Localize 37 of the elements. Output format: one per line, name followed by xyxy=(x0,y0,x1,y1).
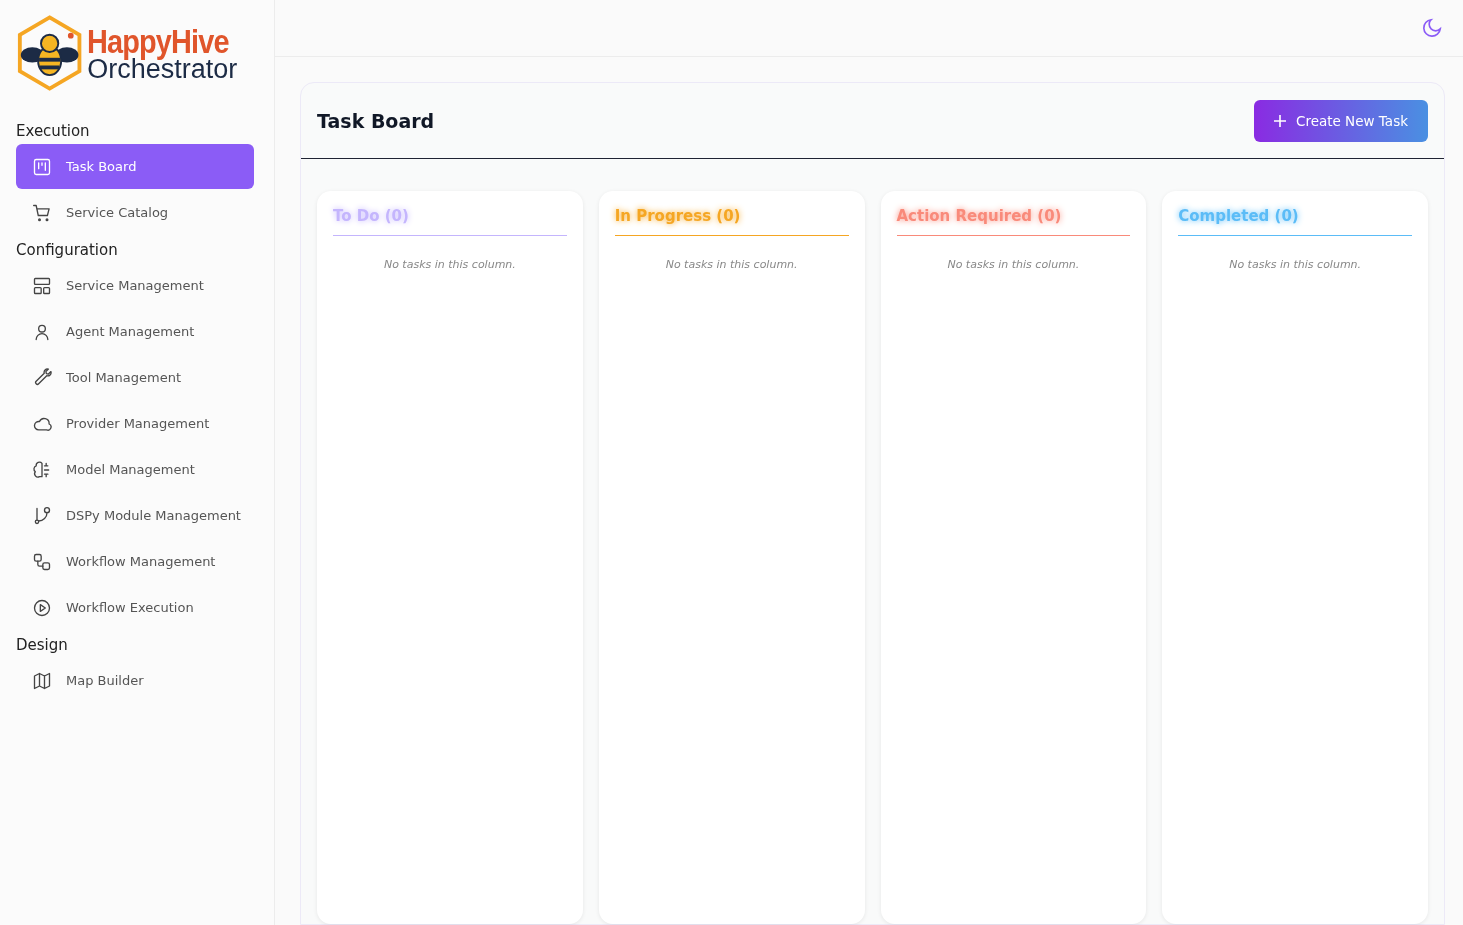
nav-item[interactable]: Service Catalog xyxy=(16,190,254,235)
empty-message: No tasks in this column. xyxy=(1228,258,1363,271)
nav-item[interactable]: Workflow Execution xyxy=(16,585,254,630)
cart-icon xyxy=(32,202,52,223)
brain-icon xyxy=(32,459,52,480)
empty-message: No tasks in this column. xyxy=(946,258,1081,271)
nav-item[interactable]: Map Builder xyxy=(16,658,254,703)
nav-item[interactable]: Agent Management xyxy=(16,309,254,354)
page-title: Task Board xyxy=(317,109,435,132)
brand-name: HappyHive xyxy=(87,23,229,58)
play-icon xyxy=(32,597,52,618)
column-title: In Progress (0) xyxy=(614,207,742,227)
kanban-icon xyxy=(32,156,52,177)
create-task-button[interactable]: Create New Task xyxy=(1253,99,1428,142)
column-title: Completed (0) xyxy=(1178,207,1300,227)
plus-icon xyxy=(1273,114,1286,127)
nav-item[interactable]: Task Board xyxy=(16,144,254,189)
nav-item[interactable]: Provider Management xyxy=(16,401,254,446)
bee-logo-icon xyxy=(16,14,84,92)
layout-icon xyxy=(32,275,52,296)
dark-mode-icon[interactable] xyxy=(1421,17,1443,39)
empty-message: No tasks in this column. xyxy=(664,258,799,271)
column-title: To Do (0) xyxy=(333,207,410,227)
empty-message: No tasks in this column. xyxy=(382,258,517,271)
section-heading: Configuration xyxy=(16,241,119,259)
nav-item[interactable]: DSPy Module Management xyxy=(16,493,254,538)
branch-icon xyxy=(32,505,52,526)
workflow-icon xyxy=(32,551,52,572)
nav-item[interactable]: Workflow Management xyxy=(16,539,254,584)
nav-item[interactable]: Tool Management xyxy=(16,355,254,400)
nav-item[interactable]: Service Management xyxy=(16,263,254,308)
map-icon xyxy=(32,670,52,691)
wrench-icon xyxy=(32,367,52,388)
section-heading: Execution xyxy=(16,122,91,140)
column-title: Action Required (0) xyxy=(896,207,1063,227)
nav-item[interactable]: Model Management xyxy=(16,447,254,492)
section-heading: Design xyxy=(16,636,69,654)
